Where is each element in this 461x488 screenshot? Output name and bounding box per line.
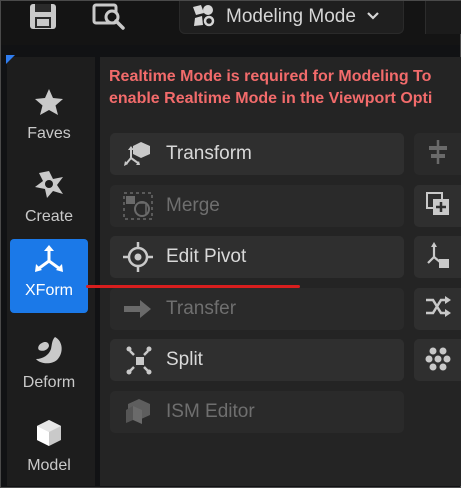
star-icon: [34, 80, 64, 116]
transfer-arrow-icon: [120, 293, 156, 325]
transfer-button[interactable]: Transfer: [110, 288, 404, 330]
shuffle-button[interactable]: [414, 288, 461, 330]
edit-pivot-icon: [120, 241, 156, 273]
tool-label: ISM Editor: [166, 401, 255, 422]
save-icon[interactable]: [23, 1, 63, 33]
panel-corner-marker: [6, 55, 15, 64]
chevron-down-icon: [366, 8, 380, 26]
align-icon: [426, 139, 450, 170]
sidebar-item-create[interactable]: Create: [10, 163, 88, 237]
create-shape-icon: [33, 163, 65, 199]
modeling-mode-icon: [190, 3, 216, 32]
content-browser-icon[interactable]: [89, 1, 129, 33]
edit-pivot-button[interactable]: Edit Pivot: [110, 236, 404, 278]
mode-dropdown[interactable]: Modeling Mode: [179, 1, 404, 34]
split-icon: [120, 344, 156, 376]
duplicate-icon: [425, 191, 451, 222]
pattern-dots-icon: [425, 345, 451, 376]
annotation-underline: [86, 285, 300, 288]
duplicate-button[interactable]: [414, 185, 461, 227]
sidebar-item-deform[interactable]: Deform: [10, 329, 88, 403]
transform-icon: [120, 138, 156, 170]
ism-editor-button[interactable]: ISM Editor: [110, 391, 404, 433]
model-cube-icon: [34, 412, 64, 448]
sidebar-item-label: Deform: [22, 374, 76, 391]
warning-line-1: Realtime Mode is required for Modeling T…: [109, 68, 432, 85]
sidebar-item-label: XForm: [25, 282, 73, 299]
top-toolbar: Modeling Mode: [1, 1, 461, 45]
ism-editor-icon: [120, 396, 156, 428]
sidebar-item-label: Create: [24, 208, 74, 225]
sidebar-item-label: Faves: [27, 125, 71, 142]
xform-axes-icon: [33, 239, 65, 275]
mode-dropdown-label: Modeling Mode: [226, 6, 356, 27]
merge-icon: [120, 190, 156, 222]
shuffle-icon: [424, 295, 452, 324]
split-button[interactable]: Split: [110, 339, 404, 381]
pattern-button[interactable]: [414, 339, 461, 381]
toolbar-right-segment[interactable]: [425, 1, 461, 34]
realtime-warning: Realtime Mode is required for Modeling T…: [109, 66, 461, 110]
sidebar-item-xform[interactable]: XForm: [10, 239, 88, 313]
warning-line-2: enable Realtime Mode in the Viewport Opt…: [109, 90, 433, 107]
sidebar-item-model[interactable]: Model: [10, 412, 88, 486]
sidebar-item-faves[interactable]: Faves: [10, 80, 88, 154]
transform-button[interactable]: Transform: [110, 133, 404, 175]
align-button[interactable]: [414, 133, 461, 175]
tool-label: Transform: [166, 143, 252, 164]
deform-icon: [33, 329, 65, 365]
bake-transform-button[interactable]: [414, 236, 461, 278]
bake-transform-icon: [425, 241, 451, 274]
merge-button[interactable]: Merge: [110, 185, 404, 227]
tool-label: Edit Pivot: [166, 246, 247, 267]
tool-label: Transfer: [166, 298, 237, 319]
tool-label: Merge: [166, 195, 220, 216]
tool-label: Split: [166, 349, 203, 370]
sidebar-item-label: Model: [27, 457, 71, 474]
